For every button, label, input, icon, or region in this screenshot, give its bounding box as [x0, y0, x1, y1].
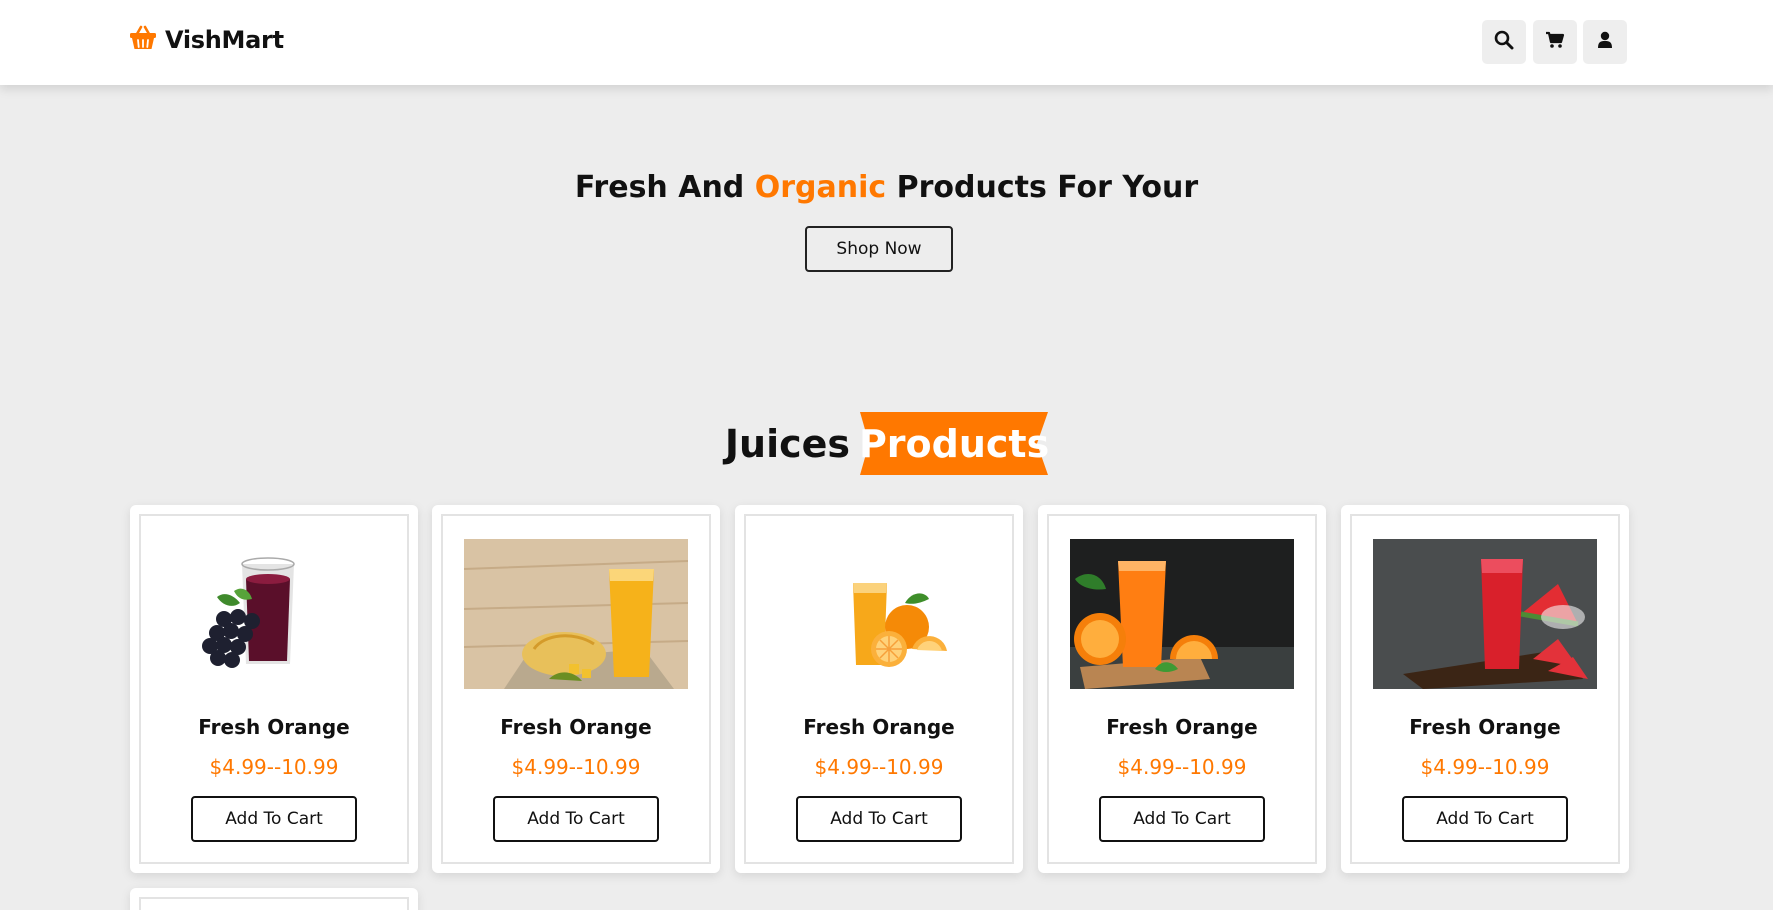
product-card: Fresh Orange $4.99--10.99 Add To Cart [735, 505, 1023, 873]
basket-icon [129, 25, 157, 55]
product-card: Fresh Orange $4.99--10.99 Add To Cart [130, 505, 418, 873]
product-name: Fresh Orange [803, 715, 955, 739]
product-image-mango-juice [463, 539, 689, 689]
product-image-orange-juice-dark [1070, 539, 1294, 689]
product-card: Fresh Orange $4.99--10.99 Add To Cart [1038, 505, 1326, 873]
product-price: $4.99--10.99 [1420, 755, 1550, 779]
add-to-cart-button[interactable]: Add To Cart [1099, 796, 1265, 842]
product-image-watermelon-juice [1373, 539, 1597, 689]
user-button[interactable] [1583, 20, 1627, 64]
section-title-badge: Products [858, 412, 1050, 475]
section-title-badge-text: Products [858, 421, 1050, 466]
search-icon [1494, 30, 1514, 54]
add-to-cart-button[interactable]: Add To Cart [191, 796, 357, 842]
user-icon [1597, 31, 1613, 53]
product-image-grape-juice [162, 539, 386, 689]
product-card-partial [130, 888, 418, 910]
cart-button[interactable] [1533, 20, 1577, 64]
cart-icon [1545, 31, 1565, 53]
hero-title-accent: Organic [754, 170, 887, 205]
product-price: $4.99--10.99 [1117, 755, 1247, 779]
product-name: Fresh Orange [1409, 715, 1561, 739]
product-card: Fresh Orange $4.99--10.99 Add To Cart [1341, 505, 1629, 873]
section-title-plain: Juices [724, 421, 851, 466]
hero-title-part1: Fresh And [574, 170, 755, 205]
search-button[interactable] [1482, 20, 1526, 64]
hero-title: Fresh And Organic Products For Your [0, 170, 1773, 205]
product-price: $4.99--10.99 [814, 755, 944, 779]
product-price: $4.99--10.99 [511, 755, 641, 779]
section-title: Juices Products [0, 412, 1773, 475]
product-price: $4.99--10.99 [209, 755, 339, 779]
card-border [139, 897, 409, 910]
add-to-cart-button[interactable]: Add To Cart [1402, 796, 1568, 842]
header: VishMart [0, 0, 1773, 85]
product-name: Fresh Orange [1106, 715, 1258, 739]
brand-logo[interactable]: VishMart [129, 25, 284, 55]
product-card: Fresh Orange $4.99--10.99 Add To Cart [432, 505, 720, 873]
product-name: Fresh Orange [198, 715, 350, 739]
add-to-cart-button[interactable]: Add To Cart [493, 796, 659, 842]
add-to-cart-button[interactable]: Add To Cart [796, 796, 962, 842]
brand-name: VishMart [165, 26, 284, 54]
product-name: Fresh Orange [500, 715, 652, 739]
product-image-orange-juice-white [767, 539, 991, 689]
shop-now-button[interactable]: Shop Now [805, 226, 953, 272]
hero-title-part2: Products For Your [886, 170, 1199, 205]
